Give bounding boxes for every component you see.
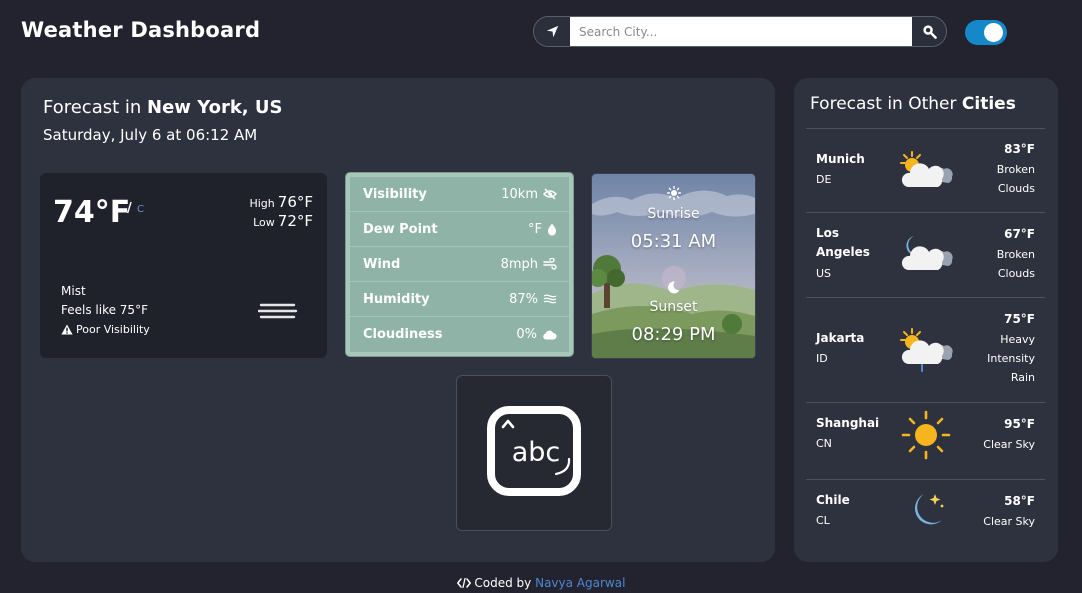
search-bar [533, 16, 947, 47]
stat-label: Wind [363, 256, 401, 272]
theme-toggle[interactable] [965, 20, 1007, 45]
city-description: Broken Clouds [996, 248, 1035, 280]
stat-dew-point: Dew Point °F [350, 212, 569, 247]
other-cities-prefix: Forecast in Other [810, 94, 957, 114]
forecast-datetime: Saturday, July 6 at 06:12 AM [43, 126, 258, 144]
low-value: 72°F [277, 212, 313, 230]
stat-humidity: Humidity 87% [350, 282, 569, 317]
sunset-time: 08:29 PM [631, 324, 716, 345]
keyboard-abc-text: abc [512, 437, 561, 468]
search-icon [922, 25, 937, 39]
stat-label: Visibility [363, 186, 427, 202]
search-input[interactable] [570, 17, 912, 46]
stat-visibility: Visibility 10km [350, 177, 569, 212]
app-title: Weather Dashboard [21, 18, 261, 42]
keyboard-abc-icon: abc [487, 406, 581, 496]
sunrise-sunset-card: Sunrise 05:31 AM Sunset 08:29 PM [592, 174, 755, 358]
city-country: DE [816, 173, 832, 186]
city-temperature: 95°F [1004, 417, 1035, 431]
high-temperature: High 76°F [249, 193, 313, 211]
warning-icon [61, 324, 73, 335]
weather-alert: Poor Visibility [61, 323, 150, 336]
humidity-icon [543, 294, 557, 304]
other-cities-panel: Forecast in Other Cities Munich DE 83°F … [794, 78, 1058, 562]
city-row-chile[interactable]: Chile CL 58°F Clear Sky [806, 479, 1045, 549]
city-temperature: 58°F [1004, 494, 1035, 508]
city-temperature: 83°F [1004, 142, 1035, 156]
stat-value: 10km [501, 186, 538, 202]
footer-prefix: Coded by [474, 576, 532, 590]
sunrise-label: Sunrise [647, 206, 700, 222]
low-temperature: Low 72°F [253, 212, 313, 230]
low-label: Low [253, 216, 275, 229]
wind-icon [543, 258, 557, 270]
stat-wind: Wind 8mph [350, 247, 569, 282]
city-description: Clear Sky [983, 515, 1035, 528]
forecast-heading: Forecast in New York, US [43, 97, 282, 118]
search-button[interactable] [912, 17, 946, 46]
city-country: ID [816, 352, 828, 365]
crescent-moon-icon [914, 494, 944, 525]
current-temperature: 74°F [53, 195, 131, 230]
city-row-munich[interactable]: Munich DE 83°F Broken Clouds [806, 128, 1045, 212]
city-name: Shanghai [816, 416, 880, 430]
city-name: Chile [816, 493, 850, 507]
city-description: Heavy Intensity Rain [987, 333, 1035, 384]
mist-icon [258, 303, 298, 319]
stat-value: 87% [509, 291, 538, 307]
location-arrow-icon [546, 25, 558, 38]
city-row-shanghai[interactable]: Shanghai CN 95°F Clear Sky [806, 402, 1045, 479]
sun-behind-clouds-icon [900, 151, 953, 187]
city-description: Clear Sky [983, 438, 1035, 451]
moon-behind-clouds-icon [901, 236, 953, 270]
toggle-knob [984, 23, 1003, 42]
city-name: Jakarta [816, 331, 865, 345]
city-country: CN [816, 437, 832, 450]
stat-label: Dew Point [363, 221, 438, 237]
unit-separator: / [127, 201, 132, 216]
sunset-label: Sunset [649, 299, 698, 315]
sunrise-time: 05:31 AM [630, 231, 717, 252]
current-weather-card: 74°F / C High 76°F Low 72°F Mist Feels lik… [40, 173, 327, 358]
weather-stats-card: Visibility 10km Dew Point °F Wind 8mph H… [346, 173, 573, 356]
keyboard-widget[interactable]: abc [456, 375, 612, 531]
city-row-los-angeles[interactable]: Los Angeles US 67°F Broken Clouds [806, 212, 1045, 297]
sun-icon [901, 410, 951, 460]
city-description: Broken Clouds [996, 163, 1035, 195]
city-country: CL [816, 514, 830, 527]
stat-value: 0% [516, 327, 537, 342]
city-name: Munich [816, 152, 865, 166]
stat-value: 8mph [500, 256, 538, 272]
sunrise-icon [667, 186, 681, 200]
alert-text: Poor Visibility [76, 323, 150, 336]
city-temperature: 67°F [1004, 227, 1035, 241]
eye-slash-icon [543, 188, 557, 200]
other-cities-heading: Forecast in Other Cities [810, 94, 1016, 114]
cloud-icon [543, 330, 557, 339]
forecast-location: New York, US [147, 97, 283, 118]
forecast-panel: Forecast in New York, US Saturday, July … [21, 78, 775, 562]
forecast-heading-prefix: Forecast in [43, 97, 142, 118]
high-value: 76°F [277, 193, 313, 211]
other-cities-highlight: Cities [961, 94, 1016, 114]
locate-button[interactable] [534, 17, 570, 46]
stat-label: Humidity [363, 291, 430, 307]
author-link[interactable]: Navya Agarwal [535, 576, 625, 590]
high-label: High [249, 197, 275, 210]
sun-cloud-rain-icon [900, 328, 953, 372]
droplet-icon [547, 223, 557, 235]
code-icon [456, 577, 471, 589]
feels-like: Feels like 75°F [61, 303, 148, 317]
city-temperature: 75°F [1004, 312, 1035, 326]
weather-condition: Mist [61, 284, 86, 298]
moon-icon [668, 281, 680, 294]
city-row-jakarta[interactable]: Jakarta ID 75°F Heavy Intensity Rain [806, 297, 1045, 402]
city-country: US [816, 267, 832, 280]
footer: Coded by Navya Agarwal [0, 576, 1082, 590]
stat-label: Cloudiness [363, 327, 443, 342]
city-name: Los Angeles [816, 226, 870, 259]
stat-value: °F [528, 221, 542, 237]
unit-toggle-celsius[interactable]: C [137, 204, 144, 215]
stat-cloudiness: Cloudiness 0% [350, 317, 569, 352]
